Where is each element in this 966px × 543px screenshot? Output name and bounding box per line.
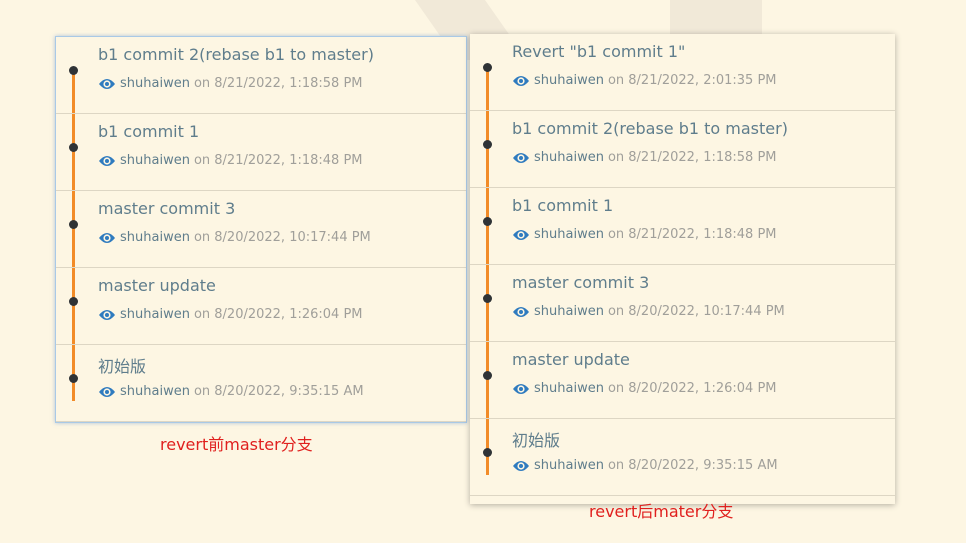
commit-author: shuhaiwen xyxy=(120,76,190,91)
commit-author: shuhaiwen xyxy=(120,307,190,322)
commit-dot xyxy=(483,371,492,380)
timeline-line xyxy=(72,345,75,401)
timeline-line xyxy=(486,419,489,475)
eye-icon[interactable] xyxy=(512,459,530,473)
commit-history-after: Revert "b1 commit 1" shuhaiwen on 8/21/2… xyxy=(470,34,895,504)
commit-date: on 8/21/2022, 1:18:58 PM xyxy=(607,150,777,165)
commit-row[interactable]: master update shuhaiwen on 8/20/2022, 1:… xyxy=(56,268,466,345)
commit-author: shuhaiwen xyxy=(120,153,190,168)
commit-dot xyxy=(483,294,492,303)
commit-date: on 8/21/2022, 1:18:58 PM xyxy=(193,76,363,91)
commit-history-before: b1 commit 2(rebase b1 to master) shuhaiw… xyxy=(55,36,467,423)
commit-row[interactable]: b1 commit 1 shuhaiwen on 8/21/2022, 1:18… xyxy=(470,188,895,265)
commit-meta: shuhaiwen on 8/21/2022, 2:01:35 PM xyxy=(512,73,777,88)
commit-date: on 8/20/2022, 10:17:44 PM xyxy=(607,304,785,319)
commit-date: on 8/21/2022, 1:18:48 PM xyxy=(193,153,363,168)
commit-author: shuhaiwen xyxy=(534,381,604,396)
commit-meta: shuhaiwen on 8/20/2022, 9:35:15 AM xyxy=(98,384,364,399)
caption-before: revert前master分支 xyxy=(160,435,313,454)
commit-row[interactable]: Revert "b1 commit 1" shuhaiwen on 8/21/2… xyxy=(470,34,895,111)
commit-title[interactable]: b1 commit 2(rebase b1 to master) xyxy=(512,119,788,138)
eye-icon[interactable] xyxy=(512,305,530,319)
commit-title[interactable]: master commit 3 xyxy=(98,199,235,218)
eye-icon[interactable] xyxy=(512,151,530,165)
commit-dot xyxy=(483,63,492,72)
timeline-line xyxy=(72,191,75,267)
timeline-line xyxy=(486,67,489,110)
timeline-line xyxy=(72,114,75,190)
commit-meta: shuhaiwen on 8/20/2022, 10:17:44 PM xyxy=(98,230,371,245)
eye-icon[interactable] xyxy=(98,231,116,245)
eye-icon[interactable] xyxy=(98,385,116,399)
commit-author: shuhaiwen xyxy=(534,458,604,473)
eye-icon[interactable] xyxy=(98,308,116,322)
eye-icon[interactable] xyxy=(98,154,116,168)
commit-meta: shuhaiwen on 8/21/2022, 1:18:58 PM xyxy=(512,150,777,165)
timeline-line xyxy=(486,188,489,264)
timeline-line xyxy=(486,265,489,341)
commit-dot xyxy=(483,140,492,149)
commit-dot xyxy=(69,374,78,383)
commit-title[interactable]: master update xyxy=(512,350,630,369)
commit-meta: shuhaiwen on 8/20/2022, 9:35:15 AM xyxy=(512,458,778,473)
commit-date: on 8/20/2022, 9:35:15 AM xyxy=(607,458,778,473)
eye-icon[interactable] xyxy=(98,77,116,91)
commit-title[interactable]: master commit 3 xyxy=(512,273,649,292)
commit-date: on 8/20/2022, 10:17:44 PM xyxy=(193,230,371,245)
commit-row[interactable]: master update shuhaiwen on 8/20/2022, 1:… xyxy=(470,342,895,419)
commit-row[interactable]: 初始版 shuhaiwen on 8/20/2022, 9:35:15 AM xyxy=(56,345,466,422)
commit-author: shuhaiwen xyxy=(120,230,190,245)
commit-meta: shuhaiwen on 8/20/2022, 1:26:04 PM xyxy=(98,307,363,322)
commit-title[interactable]: b1 commit 2(rebase b1 to master) xyxy=(98,45,374,64)
commit-title[interactable]: 初始版 xyxy=(98,353,146,377)
commit-date: on 8/20/2022, 1:26:04 PM xyxy=(607,381,777,396)
commit-dot xyxy=(69,66,78,75)
commit-author: shuhaiwen xyxy=(534,150,604,165)
commit-author: shuhaiwen xyxy=(534,304,604,319)
commit-row[interactable]: b1 commit 2(rebase b1 to master) shuhaiw… xyxy=(56,37,466,114)
commit-author: shuhaiwen xyxy=(120,384,190,399)
commit-date: on 8/21/2022, 2:01:35 PM xyxy=(607,73,777,88)
caption-after: revert后mater分支 xyxy=(589,502,734,521)
commit-meta: shuhaiwen on 8/20/2022, 10:17:44 PM xyxy=(512,304,785,319)
timeline-line xyxy=(486,342,489,418)
timeline-line xyxy=(486,111,489,187)
commit-meta: shuhaiwen on 8/20/2022, 1:26:04 PM xyxy=(512,381,777,396)
commit-row[interactable]: b1 commit 2(rebase b1 to master) shuhaiw… xyxy=(470,111,895,188)
commit-title[interactable]: b1 commit 1 xyxy=(98,122,199,141)
commit-dot xyxy=(69,143,78,152)
commit-dot xyxy=(69,297,78,306)
commit-row[interactable]: master commit 3 shuhaiwen on 8/20/2022, … xyxy=(56,191,466,268)
commit-dot xyxy=(483,217,492,226)
timeline-line xyxy=(72,70,75,113)
background-watermark xyxy=(670,0,762,34)
eye-icon[interactable] xyxy=(512,74,530,88)
eye-icon[interactable] xyxy=(512,382,530,396)
commit-date: on 8/20/2022, 1:26:04 PM xyxy=(193,307,363,322)
commit-title[interactable]: Revert "b1 commit 1" xyxy=(512,42,685,61)
commit-meta: shuhaiwen on 8/21/2022, 1:18:48 PM xyxy=(98,153,363,168)
commit-title[interactable]: master update xyxy=(98,276,216,295)
commit-meta: shuhaiwen on 8/21/2022, 1:18:48 PM xyxy=(512,227,777,242)
commit-row[interactable]: b1 commit 1 shuhaiwen on 8/21/2022, 1:18… xyxy=(56,114,466,191)
commit-title[interactable]: 初始版 xyxy=(512,427,560,451)
timeline-line xyxy=(72,268,75,344)
commit-date: on 8/21/2022, 1:18:48 PM xyxy=(607,227,777,242)
commit-dot xyxy=(483,448,492,457)
commit-row[interactable]: master commit 3 shuhaiwen on 8/20/2022, … xyxy=(470,265,895,342)
commit-title[interactable]: b1 commit 1 xyxy=(512,196,613,215)
commit-meta: shuhaiwen on 8/21/2022, 1:18:58 PM xyxy=(98,76,363,91)
commit-date: on 8/20/2022, 9:35:15 AM xyxy=(193,384,364,399)
commit-author: shuhaiwen xyxy=(534,227,604,242)
commit-author: shuhaiwen xyxy=(534,73,604,88)
commit-dot xyxy=(69,220,78,229)
commit-row[interactable]: 初始版 shuhaiwen on 8/20/2022, 9:35:15 AM xyxy=(470,419,895,496)
eye-icon[interactable] xyxy=(512,228,530,242)
